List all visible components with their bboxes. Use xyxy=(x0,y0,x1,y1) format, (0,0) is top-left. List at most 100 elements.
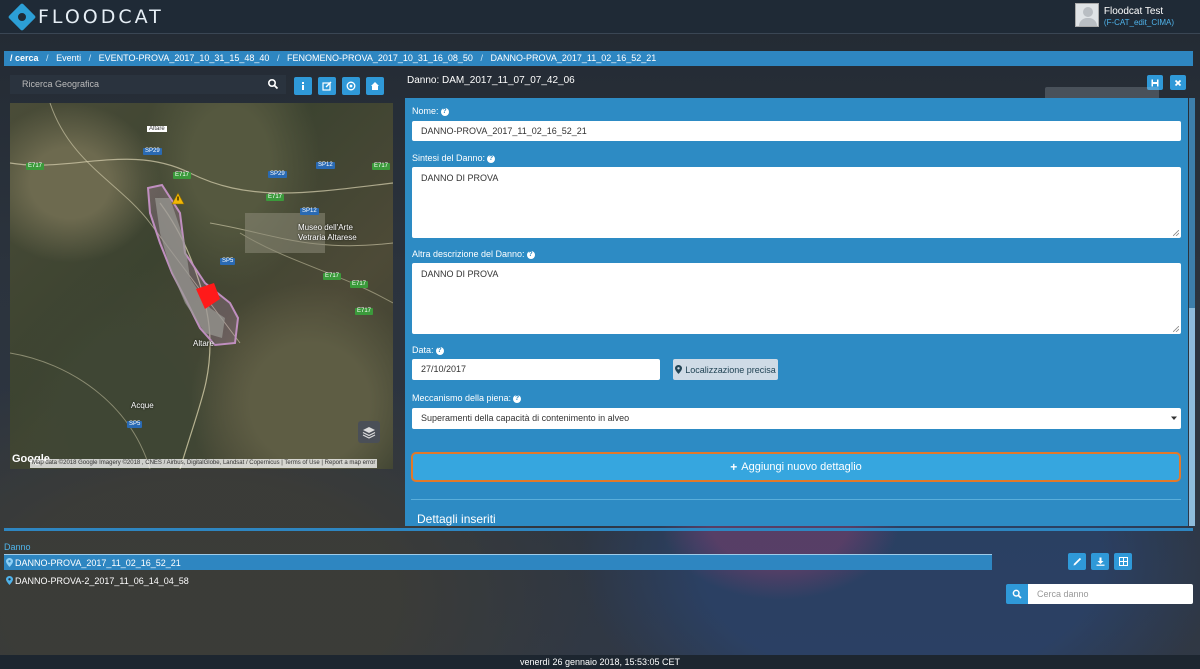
map-marker-icon xyxy=(675,365,683,374)
status-datetime: venerdì 26 gennaio 2018, 15:53:05 CET xyxy=(519,657,681,667)
localizzazione-label: Localizzazione precisa xyxy=(685,364,776,375)
download-icon xyxy=(1096,557,1104,566)
resize-grip-icon[interactable] xyxy=(1173,326,1179,332)
date-field[interactable]: 27/10/2017 xyxy=(412,359,660,380)
help-icon[interactable]: ? xyxy=(440,107,449,116)
user-role: (F-CAT_edit_CIMA) xyxy=(1103,18,1174,27)
road-tag: SP29 xyxy=(143,148,162,155)
resize-grip-icon[interactable] xyxy=(1173,230,1179,236)
data-label-text: Data: xyxy=(412,345,434,355)
search-icon xyxy=(1012,589,1022,599)
grid-icon xyxy=(1118,557,1128,566)
help-icon[interactable]: ? xyxy=(435,346,444,355)
add-detail-label: Aggiungi nuovo dettaglio xyxy=(741,461,862,473)
map-marker-icon xyxy=(6,558,13,567)
grid-view-button[interactable] xyxy=(1114,553,1132,570)
map-label-museo-line2: Vetraria Altarese xyxy=(298,233,357,242)
breadcrumb-fenomeno[interactable]: FENOMENO-PROVA_2017_10_31_16_08_50 xyxy=(287,53,473,63)
map-label-altare-top: Altare xyxy=(147,126,167,132)
altra-label-text: Altra descrizione del Danno: xyxy=(412,249,525,259)
edit-button[interactable] xyxy=(318,77,336,95)
help-icon[interactable]: ? xyxy=(487,154,496,163)
user-menu[interactable]: Floodcat Test (F-CAT_edit_CIMA) xyxy=(1074,3,1174,28)
search-button[interactable] xyxy=(1006,584,1028,604)
data-label: Data:? xyxy=(412,345,444,355)
road-tag: E717 xyxy=(26,163,45,170)
sintesi-value: DANNO DI PROVA xyxy=(421,173,499,183)
logo-icon xyxy=(7,2,37,32)
map-label-acque: Acque xyxy=(131,401,154,410)
list-item[interactable]: DANNO-PROVA_2017_11_02_16_52_21 xyxy=(4,554,992,570)
list-item-label: DANNO-PROVA_2017_11_02_16_52_21 xyxy=(15,558,181,568)
home-button[interactable] xyxy=(366,77,384,95)
breadcrumb-separator: / xyxy=(88,53,92,63)
map-label-altare: Altare xyxy=(193,339,214,348)
divider xyxy=(411,499,1181,500)
edit-danno-button[interactable] xyxy=(1068,553,1086,570)
details-heading: Dettagli inseriti xyxy=(417,512,496,526)
top-bar: FLOODCAT Floodcat Test (F-CAT_edit_CIMA) xyxy=(0,0,1200,34)
avatar xyxy=(1074,3,1099,27)
plus-icon: + xyxy=(730,460,738,474)
search-icon[interactable] xyxy=(267,78,279,90)
save-icon xyxy=(1151,79,1159,86)
info-icon xyxy=(302,82,304,90)
road-tag: SP29 xyxy=(268,171,287,178)
altra-value: DANNO DI PROVA xyxy=(421,269,499,279)
road-tag: SP5 xyxy=(220,258,236,265)
home-icon xyxy=(371,82,379,90)
edit-icon xyxy=(322,81,332,91)
breadcrumb-evento[interactable]: EVENTO-PROVA_2017_10_31_15_48_40 xyxy=(99,53,270,63)
meccanismo-select[interactable]: Superamenti della capacità di contenimen… xyxy=(412,408,1181,429)
add-detail-button[interactable]: + Aggiungi nuovo dettaglio xyxy=(411,452,1181,482)
altra-descrizione-textarea[interactable]: DANNO DI PROVA xyxy=(412,263,1181,334)
map-marker-icon xyxy=(6,576,13,585)
road-tag: E717 xyxy=(173,172,192,179)
breadcrumb-separator: / xyxy=(46,53,49,63)
geo-search-input[interactable]: Ricerca Geografica xyxy=(10,75,286,94)
danno-list-header: Danno xyxy=(4,542,31,552)
download-button[interactable] xyxy=(1091,553,1109,570)
breadcrumb-separator: / xyxy=(276,53,280,63)
breadcrumb-cerca[interactable]: / cerca xyxy=(10,53,39,63)
layers-icon xyxy=(362,427,376,439)
list-item-label: DANNO-PROVA-2_2017_11_06_14_04_58 xyxy=(15,576,189,586)
map-attribution[interactable]: Map data ©2018 Google Imagery ©2018 , CN… xyxy=(30,459,378,468)
logo-text: FLOODCAT xyxy=(38,6,164,28)
sintesi-label-text: Sintesi del Danno: xyxy=(412,153,486,163)
road-tag: E717 xyxy=(323,273,342,280)
user-name: Floodcat Test xyxy=(1103,6,1164,17)
panel-divider[interactable] xyxy=(4,528,1193,531)
help-icon[interactable]: ? xyxy=(526,250,535,259)
pencil-icon xyxy=(1073,557,1081,566)
altra-label: Altra descrizione del Danno:? xyxy=(412,249,535,259)
localizzazione-precisa-button[interactable]: Localizzazione precisa xyxy=(673,359,778,380)
nome-label-text: Nome: xyxy=(412,106,439,116)
breadcrumb-danno[interactable]: DANNO-PROVA_2017_11_02_16_52_21 xyxy=(490,53,656,63)
help-icon[interactable]: ? xyxy=(513,394,522,403)
breadcrumb-eventi[interactable]: Eventi xyxy=(56,53,81,63)
road-tag: E717 xyxy=(355,308,374,315)
form-scrollbar-thumb[interactable] xyxy=(1189,98,1195,308)
breadcrumb-separator: / xyxy=(480,53,483,63)
search-danno-input[interactable]: Cerca danno xyxy=(1028,584,1193,604)
info-button[interactable] xyxy=(294,77,312,95)
meccanismo-selected-value: Superamenti della capacità di contenimen… xyxy=(421,413,630,423)
nome-label: Nome:? xyxy=(412,106,449,116)
status-bar: venerdì 26 gennaio 2018, 15:53:05 CET xyxy=(0,655,1200,669)
close-button[interactable] xyxy=(1170,75,1186,90)
breadcrumb: / cerca / Eventi / EVENTO-PROVA_2017_10_… xyxy=(4,51,1193,66)
chevron-down-icon xyxy=(1171,416,1177,420)
road-tag: E717 xyxy=(266,194,285,201)
sintesi-label: Sintesi del Danno:? xyxy=(412,153,496,163)
map-layers-button[interactable] xyxy=(358,421,380,443)
target-button[interactable] xyxy=(342,77,360,95)
nome-field[interactable]: DANNO-PROVA_2017_11_02_16_52_21 xyxy=(412,121,1181,141)
sintesi-textarea[interactable]: DANNO DI PROVA xyxy=(412,167,1181,238)
app-logo[interactable]: FLOODCAT xyxy=(7,2,164,32)
road-tag: SP5 xyxy=(127,421,143,428)
list-item[interactable]: DANNO-PROVA-2_2017_11_06_14_04_58 xyxy=(4,573,992,589)
danno-form: Nome:? DANNO-PROVA_2017_11_02_16_52_21 S… xyxy=(405,98,1188,526)
road-tag: E717 xyxy=(372,163,391,170)
map-view[interactable]: Altare Museo dell'Arte Vetraria Altarese… xyxy=(10,103,393,469)
